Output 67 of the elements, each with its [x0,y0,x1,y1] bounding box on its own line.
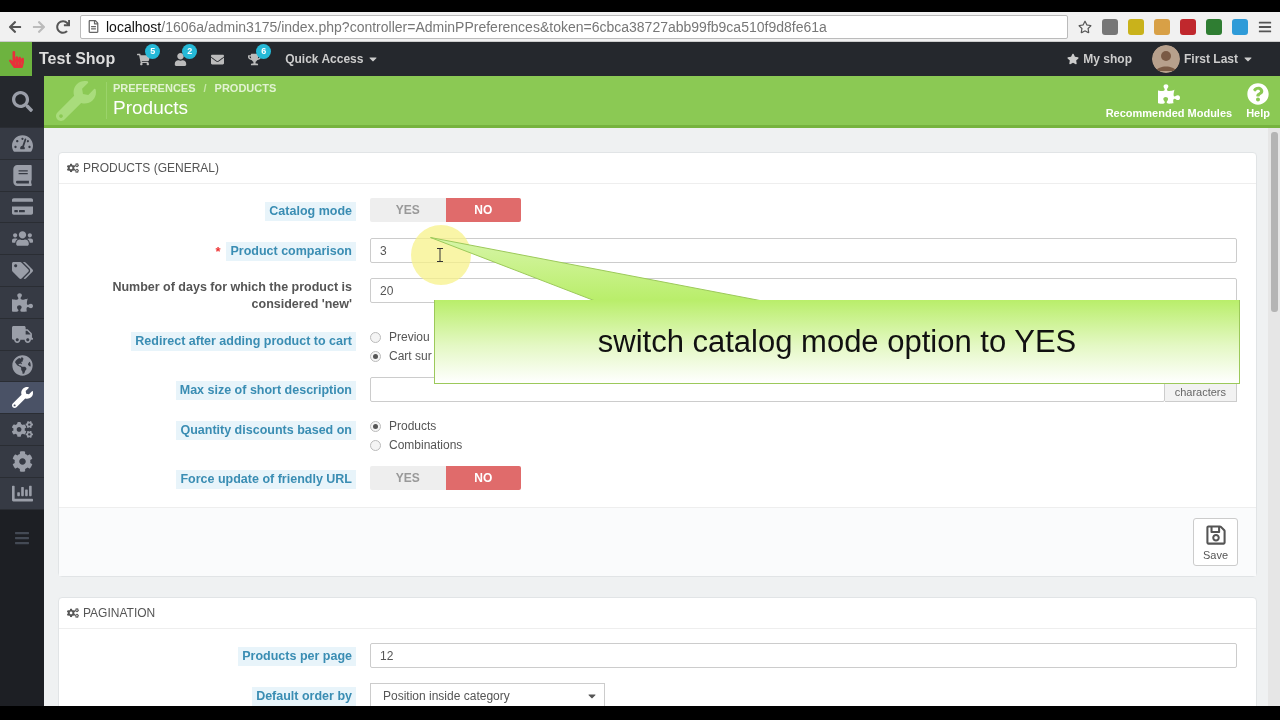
shop-name[interactable]: Test Shop [39,50,116,68]
page-title: Products [113,97,189,119]
text-field[interactable]: 12 [370,643,1237,668]
radio-button[interactable] [370,420,381,432]
count-badge: 6 [256,43,272,59]
my-shop-link[interactable]: My shop [1067,52,1132,66]
quick-access-menu[interactable]: Quick Access [285,52,380,66]
save-button[interactable]: Save [1193,518,1238,566]
radio-button[interactable] [370,350,381,362]
field-label: Default order by [252,686,356,706]
panel-title: PRODUCTS (GENERAL) [83,161,219,175]
book-icon [11,164,33,186]
menu-icon[interactable] [1258,19,1272,34]
settings-icon [11,450,33,472]
extension-icon[interactable] [1206,18,1222,35]
reload-icon[interactable] [56,19,70,34]
radio-label: Cart sur [389,349,432,363]
user-menu[interactable]: First Last [1184,52,1254,66]
address-bar[interactable]: localhost/1606a/admin3175/index.php?controller=AdminPPreferences&token=6cbca38727abb99fb9ca510f9d8fe61a [80,14,1068,39]
text-cursor-icon [437,248,443,262]
puzzle-icon [11,291,33,313]
field-label: Products per page [238,646,356,666]
search-icon [11,91,33,112]
url-text: localhost/1606a/admin3175/index.php?controller=AdminPPreferences&token=6cbca38727abb99fb9ca510f9d8fe61a [106,18,827,35]
count-badge: 5 [145,43,161,59]
field-label: Catalog mode [265,201,356,221]
avatar[interactable] [1152,45,1180,73]
radio-button[interactable] [370,331,381,343]
credit-card-icon [11,196,33,218]
wrench-icon [11,387,33,409]
page-icon [87,20,100,33]
sidebar-item[interactable] [0,76,44,128]
panel-title: PAGINATION [83,606,156,620]
bookmark-star-icon[interactable] [1078,19,1092,34]
mail-icon[interactable] [211,52,225,66]
callout-text: switch catalog mode option to YES [597,323,1077,360]
radio-label: Combinations [389,438,463,452]
field-label: Force update of friendly URL [176,469,356,489]
extension-icon[interactable] [1232,18,1248,35]
required-mark: * [215,243,221,259]
field-label: Redirect after adding product to cart [131,331,356,351]
gauge-icon [11,132,33,154]
field-label: Number of days for which the product is considered 'new' [111,279,353,313]
help-icon [1247,82,1270,105]
wrench-icon [56,80,96,121]
gears-icon [67,162,79,174]
back-icon[interactable] [8,19,22,34]
radio-label: Previou [389,330,430,344]
tags-icon [11,260,33,282]
person-icon[interactable] [174,52,188,66]
globe-icon [11,355,33,377]
extension-icon[interactable] [1102,18,1118,35]
scrollbar[interactable] [1268,128,1280,706]
count-badge: 2 [182,43,198,59]
gears-icon [11,419,33,441]
truck-icon [11,323,33,345]
radio-label: Products [389,419,437,433]
field-label: Quantity discounts based on [176,420,356,440]
extension-icon[interactable] [1180,18,1196,35]
breadcrumb-separator: / [203,82,207,94]
puzzle-icon [1157,82,1180,105]
star-icon [1067,53,1080,65]
gears-icon [67,607,79,619]
field-label: Max size of short description [175,380,356,400]
field-label: Product comparison [226,241,356,261]
radio-button[interactable] [370,439,381,451]
sidebar-item[interactable] [0,382,44,415]
